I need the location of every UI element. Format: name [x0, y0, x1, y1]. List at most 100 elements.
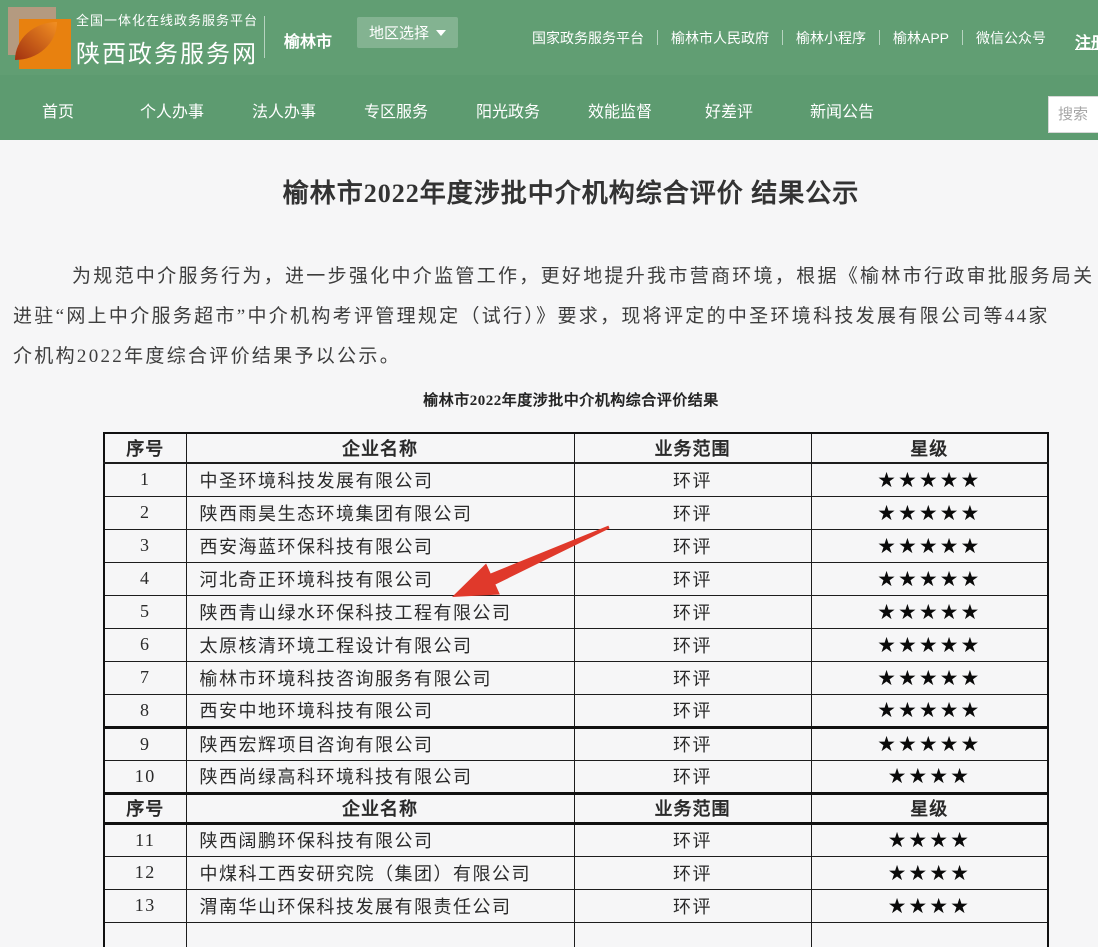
cell-star-rating: ★★★★ [811, 856, 1048, 889]
cell-empty [186, 922, 574, 947]
cell-serial-number: 4 [104, 562, 186, 595]
header-links: 国家政务服务平台 榆林市人民政府 榆林小程序 榆林APP 微信公众号 [532, 0, 1046, 75]
cell-serial-number: 7 [104, 661, 186, 694]
top-header: 全国一体化在线政务服务平台 陕西政务服务网 榆林市 地区选择 国家政务服务平台 … [0, 0, 1098, 75]
nav-item-personal[interactable]: 个人办事 [140, 98, 204, 122]
cell-empty [811, 922, 1048, 947]
cell-star-rating: ★★★★★ [811, 628, 1048, 661]
cell-star-rating: ★★★★★ [811, 496, 1048, 529]
column-header: 企业名称 [186, 433, 574, 463]
column-header: 星级 [811, 793, 1048, 823]
nav-item-rating[interactable]: 好差评 [705, 98, 753, 122]
cell-serial-number: 3 [104, 529, 186, 562]
cell-star-rating: ★★★★★ [811, 595, 1048, 628]
table-row-partial [104, 922, 1048, 947]
link-separator [962, 30, 963, 45]
nav-item-legal-person[interactable]: 法人办事 [252, 98, 316, 122]
column-header: 星级 [811, 433, 1048, 463]
cell-company-name: 陕西宏辉项目咨询有限公司 [186, 727, 574, 760]
cell-company-name: 陕西尚绿高科环境科技有限公司 [186, 760, 574, 793]
column-header: 序号 [104, 433, 186, 463]
cell-company-name: 西安海蓝环保科技有限公司 [186, 529, 574, 562]
cell-serial-number: 8 [104, 694, 186, 727]
cell-star-rating: ★★★★ [811, 760, 1048, 793]
cell-star-rating: ★★★★★ [811, 694, 1048, 727]
cell-business-scope: 环评 [574, 661, 811, 694]
cell-business-scope: 环评 [574, 595, 811, 628]
table-row: 10陕西尚绿高科环境科技有限公司环评★★★★ [104, 760, 1048, 793]
table-row: 2陕西雨昊生态环境集团有限公司环评★★★★★ [104, 496, 1048, 529]
cell-business-scope: 环评 [574, 496, 811, 529]
cell-serial-number: 9 [104, 727, 186, 760]
cell-business-scope: 环评 [574, 760, 811, 793]
site-brand: 全国一体化在线政务服务平台 陕西政务服务网 [76, 10, 258, 69]
cell-serial-number: 12 [104, 856, 186, 889]
cell-business-scope: 环评 [574, 529, 811, 562]
cell-star-rating: ★★★★★ [811, 562, 1048, 595]
cell-serial-number: 13 [104, 889, 186, 922]
table-row: 3西安海蓝环保科技有限公司环评★★★★★ [104, 529, 1048, 562]
table-header-row: 序号企业名称业务范围星级 [104, 793, 1048, 823]
link-national-platform[interactable]: 国家政务服务平台 [532, 28, 644, 48]
cell-star-rating: ★★★★ [811, 823, 1048, 856]
table-row: 11陕西阔鹏环保科技有限公司环评★★★★ [104, 823, 1048, 856]
region-selector-label: 地区选择 [369, 22, 429, 43]
link-city-app[interactable]: 榆林APP [893, 28, 949, 48]
cell-company-name: 中圣环境科技发展有限公司 [186, 463, 574, 496]
cell-company-name: 西安中地环境科技有限公司 [186, 694, 574, 727]
link-separator [657, 30, 658, 45]
cell-company-name: 陕西雨昊生态环境集团有限公司 [186, 496, 574, 529]
cell-star-rating: ★★★★★ [811, 463, 1048, 496]
search-input[interactable] [1048, 96, 1098, 133]
cell-business-scope: 环评 [574, 889, 811, 922]
table-row: 12中煤科工西安研究院（集团）有限公司环评★★★★ [104, 856, 1048, 889]
cell-business-scope: 环评 [574, 562, 811, 595]
table-caption: 榆林市2022年度涉批中介机构综合评价结果 [0, 389, 1098, 410]
evaluation-results-table: 序号企业名称业务范围星级1中圣环境科技发展有限公司环评★★★★★2陕西雨昊生态环… [103, 432, 1049, 947]
link-separator [879, 30, 880, 45]
cell-company-name: 河北奇正环境科技有限公司 [186, 562, 574, 595]
link-separator [782, 30, 783, 45]
brand-divider [264, 16, 265, 58]
paragraph-line: 介机构2022年度综合评价结果予以公示。 [13, 341, 401, 368]
table-row: 1中圣环境科技发展有限公司环评★★★★★ [104, 463, 1048, 496]
cell-company-name: 中煤科工西安研究院（集团）有限公司 [186, 856, 574, 889]
column-header: 序号 [104, 793, 186, 823]
link-wechat-official[interactable]: 微信公众号 [976, 28, 1046, 48]
cell-empty [104, 922, 186, 947]
cell-serial-number: 6 [104, 628, 186, 661]
cell-business-scope: 环评 [574, 727, 811, 760]
cell-serial-number: 2 [104, 496, 186, 529]
cell-company-name: 陕西阔鹏环保科技有限公司 [186, 823, 574, 856]
paragraph-line: 进驻“网上中介服务超市”中介机构考评管理规定（试行）》要求，现将评定的中圣环境科… [13, 301, 1050, 328]
site-logo-icon [8, 7, 68, 67]
cell-company-name: 渭南华山环保科技发展有限责任公司 [186, 889, 574, 922]
link-mini-program[interactable]: 榆林小程序 [796, 28, 866, 48]
cell-business-scope: 环评 [574, 856, 811, 889]
nav-item-home[interactable]: 首页 [42, 98, 74, 122]
nav-item-news[interactable]: 新闻公告 [810, 98, 874, 122]
cell-serial-number: 11 [104, 823, 186, 856]
table-row: 8西安中地环境科技有限公司环评★★★★★ [104, 694, 1048, 727]
announcement-page: 榆林市2022年度涉批中介机构综合评价 结果公示 为规范中介服务行为，进一步强化… [0, 140, 1098, 947]
site-title: 陕西政务服务网 [76, 34, 258, 69]
cell-empty [574, 922, 811, 947]
page-title: 榆林市2022年度涉批中介机构综合评价 结果公示 [0, 173, 1098, 210]
nav-item-open-government[interactable]: 阳光政务 [476, 98, 540, 122]
table-row: 5陕西青山绿水环保科技工程有限公司环评★★★★★ [104, 595, 1048, 628]
region-selector-button[interactable]: 地区选择 [357, 17, 458, 48]
link-city-government[interactable]: 榆林市人民政府 [671, 28, 769, 48]
column-header: 业务范围 [574, 793, 811, 823]
table-row: 13渭南华山环保科技发展有限责任公司环评★★★★ [104, 889, 1048, 922]
cell-business-scope: 环评 [574, 823, 811, 856]
table-row: 9陕西宏辉项目咨询有限公司环评★★★★★ [104, 727, 1048, 760]
register-link[interactable]: 注册 [1075, 29, 1098, 53]
nav-item-efficiency[interactable]: 效能监督 [588, 98, 652, 122]
table-row: 6太原核清环境工程设计有限公司环评★★★★★ [104, 628, 1048, 661]
cell-star-rating: ★★★★★ [811, 529, 1048, 562]
cell-business-scope: 环评 [574, 694, 811, 727]
main-navigation: 首页 个人办事 法人办事 专区服务 阳光政务 效能监督 好差评 新闻公告 [0, 75, 1098, 140]
column-header: 企业名称 [186, 793, 574, 823]
cell-serial-number: 5 [104, 595, 186, 628]
nav-item-zone-services[interactable]: 专区服务 [364, 98, 428, 122]
